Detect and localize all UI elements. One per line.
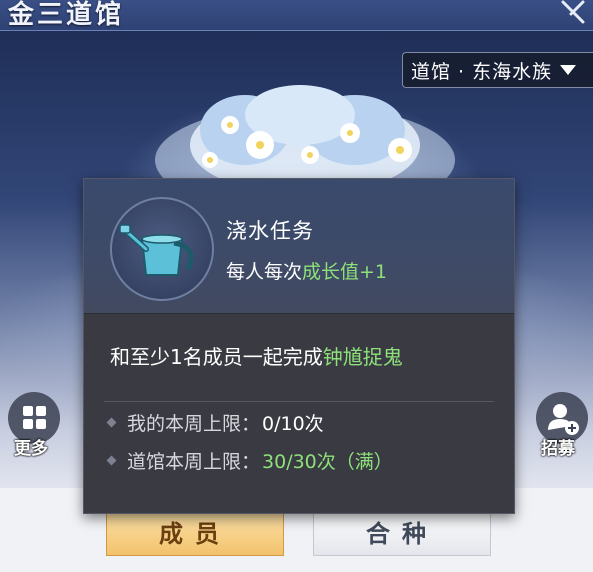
- limit-value: 30/30次（满）: [262, 451, 393, 473]
- watering-task-tooltip: 浇水任务 每人每次成长值+1 和至少1名成员一起完成钟馗捉鬼 我的本周上限： 0…: [83, 178, 515, 514]
- page-title: 金三道馆: [8, 0, 125, 30]
- limit-label: 我的本周上限：: [127, 413, 261, 435]
- task-icon-frame: [110, 197, 214, 301]
- watering-can-icon: [119, 224, 194, 276]
- recruit-label: 招募: [541, 439, 575, 459]
- task-description: 和至少1名成员一起完成钟馗捉鬼: [110, 341, 403, 370]
- description-activity: 钟馗捉鬼: [322, 345, 403, 369]
- task-title: 浇水任务: [226, 219, 314, 243]
- diamond-bullet-icon: [106, 417, 117, 428]
- gym-weekly-limit: 道馆本周上限： 30/30次（满）: [106, 447, 393, 474]
- reward-value: 成长值+1: [302, 261, 388, 283]
- task-reward: 每人每次成长值+1: [226, 257, 387, 284]
- tooltip-header: 浇水任务 每人每次成长值+1: [84, 179, 514, 314]
- gym-selector-dropdown[interactable]: 道馆 · 东海水族: [402, 52, 593, 88]
- reward-prefix: 每人每次: [226, 261, 303, 283]
- limit-value: 0/10次: [262, 413, 324, 435]
- top-bar: 金三道馆: [0, 0, 593, 31]
- description-prefix: 和至少1名成员一起完成: [110, 345, 323, 369]
- chevron-down-icon: [560, 65, 577, 75]
- close-icon[interactable]: [557, 0, 587, 28]
- gym-selector-label: 道馆 · 东海水族: [411, 60, 553, 83]
- limit-label: 道馆本周上限：: [127, 451, 261, 473]
- diamond-bullet-icon: [106, 455, 117, 466]
- more-label: 更多: [14, 439, 48, 459]
- personal-weekly-limit: 我的本周上限： 0/10次: [106, 409, 324, 436]
- divider: [104, 401, 494, 402]
